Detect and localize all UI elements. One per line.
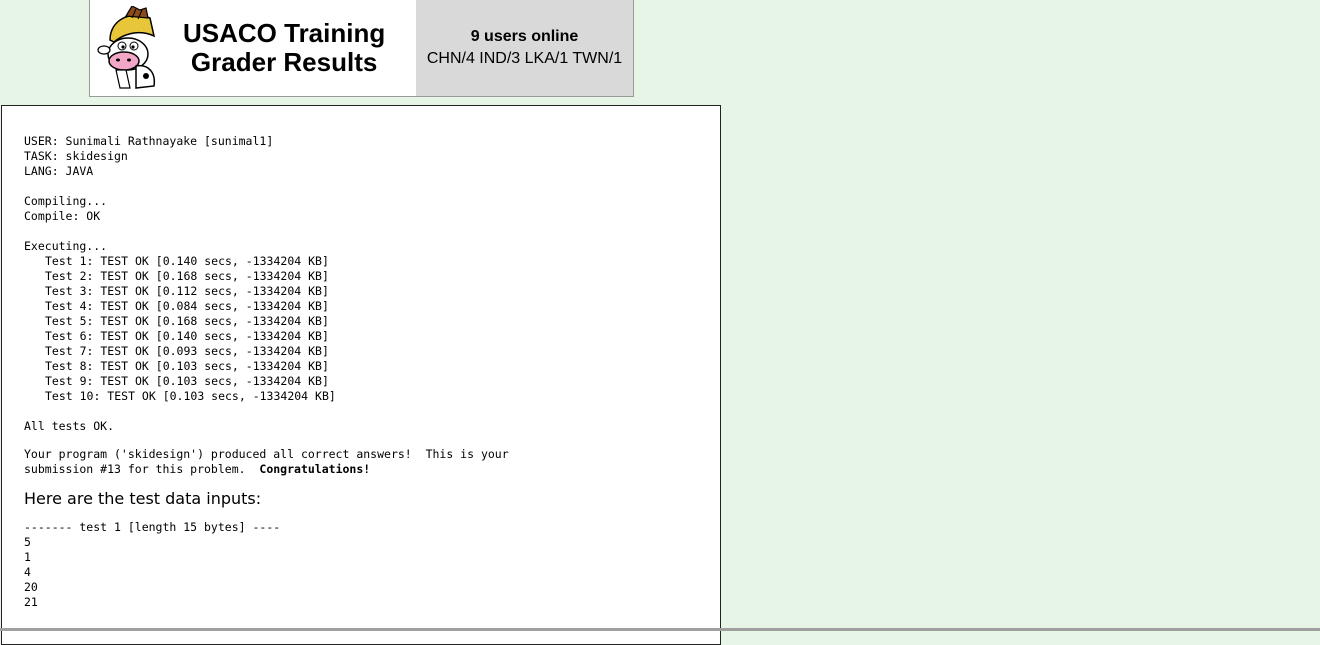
test-result-line: Test 10: TEST OK [0.103 secs, -1334204 K… xyxy=(45,389,336,403)
grader-results-panel: USER: Sunimali Rathnayake [sunimal1] TAS… xyxy=(1,105,721,645)
test-input-line: 20 xyxy=(24,580,38,594)
compiling-status: Compiling... xyxy=(24,194,108,208)
congratulations-text: Congratulations! xyxy=(259,462,371,476)
user-line: USER: Sunimali Rathnayake [sunimal1] xyxy=(24,134,274,148)
cow-knight-logo-icon xyxy=(97,6,156,89)
test-1-input-lines: 5 1 4 20 21 xyxy=(24,535,720,610)
submission-count-text: submission #13 for this problem. xyxy=(24,462,260,476)
page-title: USACO Training Grader Results xyxy=(183,19,385,77)
executing-status: Executing... xyxy=(24,239,108,253)
test-results-list: Test 1: TEST OK [0.140 secs, -1334204 KB… xyxy=(24,254,720,404)
users-by-country: CHN/4 IND/3 LKA/1 TWN/1 xyxy=(426,50,623,67)
test-input-line: 1 xyxy=(24,550,31,564)
online-users-panel: 9 users online CHN/4 IND/3 LKA/1 TWN/1 xyxy=(416,0,633,96)
grader-header: USACO Training Grader Results 9 users on… xyxy=(89,0,634,97)
test-input-line: 4 xyxy=(24,565,31,579)
test-result-line: Test 9: TEST OK [0.103 secs, -1334204 KB… xyxy=(45,374,329,388)
success-message-line-1: Your program ('skidesign') produced all … xyxy=(24,447,509,461)
title-line-1: USACO Training xyxy=(183,18,386,48)
compile-result: Compile: OK xyxy=(24,209,101,223)
test-data-heading: Here are the test data inputs: xyxy=(24,489,262,508)
success-message-line-2: submission #13 for this problem. Congrat… xyxy=(24,462,720,477)
test-result-line: Test 8: TEST OK [0.103 secs, -1334204 KB… xyxy=(45,359,329,373)
test-result-line: Test 7: TEST OK [0.093 secs, -1334204 KB… xyxy=(45,344,329,358)
test-result-line: Test 3: TEST OK [0.112 secs, -1334204 KB… xyxy=(45,284,329,298)
test-input-line: 5 xyxy=(24,535,31,549)
test-1-header: ------- test 1 [length 15 bytes] ---- xyxy=(24,520,281,534)
lang-line: LANG: JAVA xyxy=(24,164,94,178)
title-line-2: Grader Results xyxy=(190,47,378,77)
test-result-line: Test 5: TEST OK [0.168 secs, -1334204 KB… xyxy=(45,314,329,328)
test-result-line: Test 2: TEST OK [0.168 secs, -1334204 KB… xyxy=(45,269,329,283)
test-result-line: Test 4: TEST OK [0.084 secs, -1334204 KB… xyxy=(45,299,329,313)
header-branding: USACO Training Grader Results xyxy=(90,0,416,96)
task-line: TASK: skidesign xyxy=(24,149,128,163)
users-online-count: 9 users online xyxy=(470,28,579,45)
test-input-line: 21 xyxy=(24,595,38,609)
test-result-line: Test 6: TEST OK [0.140 secs, -1334204 KB… xyxy=(45,329,329,343)
test-result-line: Test 1: TEST OK [0.140 secs, -1334204 KB… xyxy=(45,254,329,268)
all-tests-status: All tests OK. xyxy=(24,419,115,433)
